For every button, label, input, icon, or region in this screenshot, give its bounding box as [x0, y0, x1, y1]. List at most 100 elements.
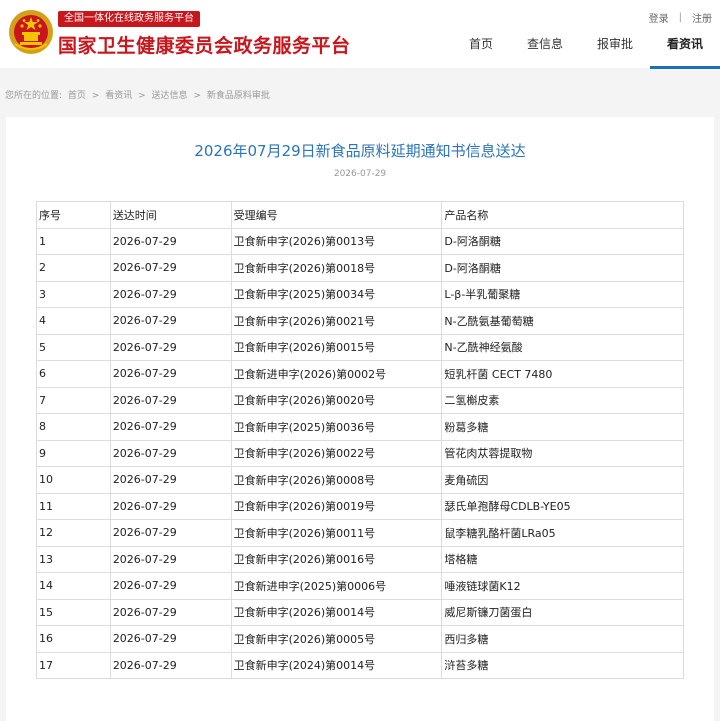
table-row: 16 2026-07-29 卫食新申字(2026)第0005号 西归多糖 [36, 625, 684, 653]
cell-product-name: 二氢槲皮素 [441, 386, 684, 414]
nav-approval[interactable]: 报审批 [580, 34, 650, 68]
breadcrumb-news[interactable]: 看资讯 [105, 91, 132, 101]
table-body: 1 2026-07-29 卫食新申字(2026)第0013号 D-阿洛酮糖 2 2026-… [36, 227, 684, 679]
header-acceptance-number: 受理编号 [230, 201, 443, 229]
cell-product-name: 西归多糖 [441, 625, 684, 653]
cell-product-name: L-β-半乳葡聚糖 [441, 280, 684, 308]
cell-product-name: D-阿洛酮糖 [441, 254, 684, 282]
table-row: 7 2026-07-29 卫食新申字(2026)第0020号 二氢槲皮素 [36, 386, 684, 414]
login-link[interactable]: 登录 [649, 10, 669, 25]
breadcrumb-home[interactable]: 首页 [68, 91, 86, 101]
nav-home[interactable]: 首页 [452, 34, 510, 68]
cell-acceptance-number: 卫食新申字(2026)第0022号 [230, 439, 443, 467]
cell-index: 6 [36, 360, 111, 388]
cell-product-name: 短乳杆菌 CECT 7480 [441, 360, 684, 388]
cell-delivery-time: 2026-07-29 [109, 519, 232, 547]
article-date: 2026-07-29 [333, 169, 387, 179]
cell-index: 7 [36, 386, 111, 414]
cell-delivery-time: 2026-07-29 [109, 572, 232, 600]
cell-product-name: 鼠李糖乳酪杆菌LRa05 [441, 519, 684, 547]
cell-acceptance-number: 卫食新申字(2026)第0008号 [230, 466, 443, 494]
breadcrumb-delivery[interactable]: 送达信息 [152, 91, 188, 101]
cell-acceptance-number: 卫食新进申字(2025)第0006号 [230, 572, 443, 600]
table-row: 4 2026-07-29 卫食新申字(2026)第0021号 N-乙酰氨基葡萄糖 [36, 307, 684, 335]
cell-acceptance-number: 卫食新申字(2026)第0011号 [230, 519, 443, 547]
table-row: 14 2026-07-29 卫食新进申字(2025)第0006号 唾液链球菌K12 [36, 572, 684, 600]
cell-delivery-time: 2026-07-29 [109, 254, 232, 282]
header-delivery-time: 送达时间 [109, 201, 232, 229]
cell-delivery-time: 2026-07-29 [109, 625, 232, 653]
cell-delivery-time: 2026-07-29 [109, 651, 232, 679]
cell-acceptance-number: 卫食新申字(2025)第0034号 [230, 280, 443, 308]
cell-acceptance-number: 卫食新申字(2026)第0015号 [230, 333, 443, 361]
cell-index: 4 [36, 307, 111, 335]
cell-index: 2 [36, 254, 111, 282]
cell-index: 1 [36, 227, 111, 255]
cell-delivery-time: 2026-07-29 [109, 280, 232, 308]
cell-product-name: 麦角硫因 [441, 466, 684, 494]
table-row: 2 2026-07-29 卫食新申字(2026)第0018号 D-阿洛酮糖 [36, 254, 684, 282]
cell-acceptance-number: 卫食新申字(2026)第0020号 [230, 386, 443, 414]
article-card: 2026年07月29日新食品原料延期通知书信息送达 2026-07-29 序号 … [6, 117, 714, 721]
cell-product-name: 塔格糖 [441, 545, 684, 573]
cell-index: 14 [36, 572, 111, 600]
site-header: 全国一体化在线政务服务平台 国家卫生健康委员会政务服务平台 登录 | 注册 首页… [0, 0, 720, 69]
table-row: 15 2026-07-29 卫食新申字(2026)第0014号 威尼斯镰刀菌蛋白 [36, 598, 684, 626]
cell-product-name: 瑟氏单孢酵母CDLB-YE05 [441, 492, 684, 520]
table-row: 17 2026-07-29 卫食新申字(2024)第0014号 浒苔多糖 [36, 651, 684, 679]
table-row: 11 2026-07-29 卫食新申字(2026)第0019号 瑟氏单孢酵母CDLB-… [36, 492, 684, 520]
cell-acceptance-number: 卫食新进申字(2026)第0002号 [230, 360, 443, 388]
cell-index: 16 [36, 625, 111, 653]
cell-delivery-time: 2026-07-29 [109, 307, 232, 335]
cell-index: 17 [36, 651, 111, 679]
cell-index: 12 [36, 519, 111, 547]
national-emblem-icon [9, 10, 53, 54]
cell-product-name: 管花肉苁蓉提取物 [441, 439, 684, 467]
cell-index: 13 [36, 545, 111, 573]
table-row: 5 2026-07-29 卫食新申字(2026)第0015号 N-乙酰神经氨酸 [36, 333, 684, 361]
table-row: 8 2026-07-29 卫食新申字(2025)第0036号 粉葛多糖 [36, 413, 684, 441]
cell-delivery-time: 2026-07-29 [109, 545, 232, 573]
cell-index: 9 [36, 439, 111, 467]
cell-acceptance-number: 卫食新申字(2024)第0014号 [230, 651, 443, 679]
cell-product-name: D-阿洛酮糖 [441, 227, 684, 255]
cell-acceptance-number: 卫食新申字(2026)第0016号 [230, 545, 443, 573]
cell-delivery-time: 2026-07-29 [109, 413, 232, 441]
cell-index: 10 [36, 466, 111, 494]
cell-delivery-time: 2026-07-29 [109, 360, 232, 388]
cell-index: 11 [36, 492, 111, 520]
nav-search-info[interactable]: 查信息 [510, 34, 580, 68]
cell-acceptance-number: 卫食新申字(2025)第0036号 [230, 413, 443, 441]
cell-acceptance-number: 卫食新申字(2026)第0005号 [230, 625, 443, 653]
table-row: 6 2026-07-29 卫食新进申字(2026)第0002号 短乳杆菌 CECT 7… [36, 360, 684, 388]
breadcrumb-sep: > [91, 91, 100, 101]
breadcrumb-prefix: 您所在的位置: [5, 91, 63, 101]
cell-index: 15 [36, 598, 111, 626]
cell-acceptance-number: 卫食新申字(2026)第0019号 [230, 492, 443, 520]
table-row: 3 2026-07-29 卫食新申字(2025)第0034号 L-β-半乳葡聚糖 [36, 280, 684, 308]
cell-delivery-time: 2026-07-29 [109, 386, 232, 414]
register-link[interactable]: 注册 [692, 10, 712, 25]
breadcrumb-current[interactable]: 新食品原料审批 [207, 91, 270, 101]
site-title[interactable]: 国家卫生健康委员会政务服务平台 [58, 31, 351, 58]
table-row: 10 2026-07-29 卫食新申字(2026)第0008号 麦角硫因 [36, 466, 684, 494]
cell-product-name: 唾液链球菌K12 [441, 572, 684, 600]
link-separator: | [678, 12, 682, 23]
cell-delivery-time: 2026-07-29 [109, 333, 232, 361]
cell-product-name: 浒苔多糖 [441, 651, 684, 679]
cell-acceptance-number: 卫食新申字(2026)第0018号 [230, 254, 443, 282]
cell-product-name: N-乙酰氨基葡萄糖 [441, 307, 684, 335]
breadcrumb-sep: > [193, 91, 201, 101]
table-row: 1 2026-07-29 卫食新申字(2026)第0013号 D-阿洛酮糖 [36, 227, 684, 255]
cell-acceptance-number: 卫食新申字(2026)第0021号 [230, 307, 443, 335]
cell-delivery-time: 2026-07-29 [109, 492, 232, 520]
nav-news[interactable]: 看资讯 [650, 34, 720, 69]
cell-index: 8 [36, 413, 111, 441]
table-header-row: 序号 送达时间 受理编号 产品名称 [36, 201, 684, 229]
cell-acceptance-number: 卫食新申字(2026)第0013号 [230, 227, 443, 255]
cell-delivery-time: 2026-07-29 [109, 439, 232, 467]
cell-delivery-time: 2026-07-29 [109, 227, 232, 255]
cell-product-name: 粉葛多糖 [441, 413, 684, 441]
user-links: 登录 | 注册 [649, 10, 712, 25]
cell-product-name: 威尼斯镰刀菌蛋白 [441, 598, 684, 626]
